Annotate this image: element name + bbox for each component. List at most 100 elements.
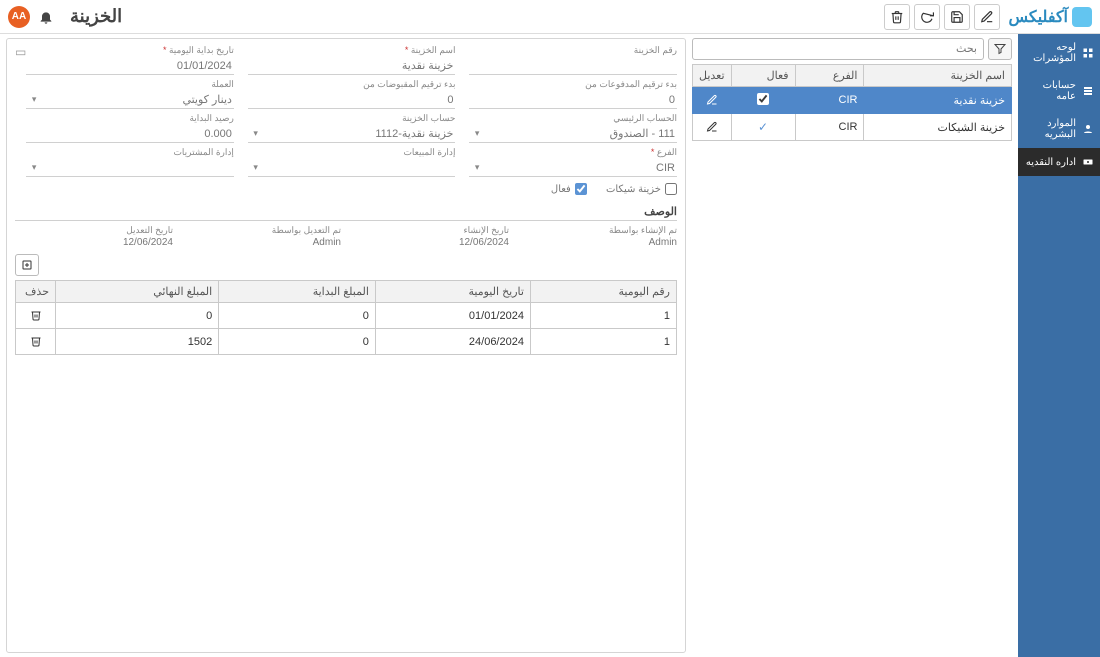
sidebar-item-accounts[interactable]: حسابات عامه (1018, 72, 1100, 110)
table-row[interactable]: خزينة الشيكاتCIR✓ (693, 114, 1012, 141)
brand-text: آكفليكس (1008, 7, 1068, 27)
minimize-icon[interactable]: ▭ (15, 45, 26, 59)
lbl-treasury-account: حساب الخزينة (248, 113, 456, 124)
refresh-button[interactable] (914, 4, 940, 30)
sidebar-item-label: الموارد البشريه (1024, 118, 1076, 140)
treasury-list-table: اسم الخزينة الفرع فعال تعديل خزينة نقدية… (692, 64, 1012, 141)
chevron-down-icon[interactable]: ▾ (248, 128, 258, 139)
dcol-delete: حذف (16, 281, 56, 303)
cash-icon (1082, 156, 1094, 168)
val-modified-by: Admin (313, 237, 341, 248)
cell-journal-no: 1 (530, 303, 676, 329)
val-receipts-from[interactable]: 0 (248, 94, 456, 106)
add-row-button[interactable] (15, 254, 39, 276)
cell-active (731, 87, 795, 114)
val-treasury-account[interactable]: خزينة نقدية-1112 (258, 127, 456, 140)
dcol-end-amount: المبلغ النهائي (56, 281, 219, 303)
cell-end-amount: 0 (56, 303, 219, 329)
chevron-down-icon[interactable]: ▾ (469, 162, 479, 173)
cheque-treasury-checkbox[interactable] (665, 183, 677, 195)
list-panel: اسم الخزينة الفرع فعال تعديل خزينة نقدية… (692, 38, 1012, 653)
col-edit: تعديل (693, 65, 732, 87)
page-title: الخزينة (70, 6, 122, 27)
edit-row-button[interactable] (703, 91, 721, 109)
val-start-balance[interactable]: 0.000 (26, 128, 234, 140)
cell-journal-date: 01/01/2024 (375, 303, 530, 329)
sidebar-item-dashboard[interactable]: لوحه المؤشرات (1018, 34, 1100, 72)
description-label: الوصف (15, 201, 677, 221)
chevron-down-icon[interactable]: ▾ (248, 162, 258, 173)
lbl-treasury-no: رقم الخزينة (469, 45, 677, 56)
chevron-down-icon[interactable]: ▾ (26, 162, 36, 173)
edit-button[interactable] (974, 4, 1000, 30)
dcol-journal-no: رقم اليومية (530, 281, 676, 303)
sidebar-item-label: حسابات عامه (1024, 80, 1076, 102)
lbl-currency: العملة (26, 79, 234, 90)
val-branch[interactable]: CIR (479, 162, 677, 174)
cell-end-amount: 1502 (56, 329, 219, 355)
val-journal-start-date[interactable]: 01/01/2024 (26, 60, 234, 72)
delete-row-button[interactable] (28, 307, 44, 323)
sidebar: لوحه المؤشرات حسابات عامه الموارد البشري… (1018, 34, 1100, 657)
lbl-start-balance: رصيد البداية (26, 113, 234, 124)
val-main-account[interactable]: 111 - الصندوق (479, 127, 677, 140)
journal-table: رقم اليومية تاريخ اليومية المبلغ البداية… (15, 280, 677, 355)
lbl-purchases-mgmt: إدارة المشتريات (26, 147, 234, 158)
val-currency[interactable]: دينار كويتي (36, 93, 234, 106)
lbl-main-account: الحساب الرئيسي (469, 113, 677, 124)
lbl-receipts-from: بدء ترقيم المقبوضات من (248, 79, 456, 90)
cell-active: ✓ (731, 114, 795, 141)
sidebar-item-cash[interactable]: اداره النقديه (1018, 148, 1100, 176)
brand: آكفليكس (1008, 7, 1092, 27)
sidebar-item-label: لوحه المؤشرات (1024, 42, 1076, 64)
lbl-modified-by: تم التعديل بواسطة (183, 225, 341, 236)
lbl-cheque-treasury: خزينة شيكات (606, 184, 661, 195)
cell-branch: CIR (795, 114, 864, 141)
avatar[interactable]: AA (8, 6, 30, 28)
cell-start-amount: 0 (219, 303, 376, 329)
brand-logo (1072, 7, 1092, 27)
chevron-down-icon[interactable]: ▾ (26, 94, 36, 105)
bell-icon[interactable] (38, 9, 54, 25)
table-row[interactable]: خزينة نقديةCIR (693, 87, 1012, 114)
topbar: آكفليكس الخزينة AA (0, 0, 1100, 34)
lbl-treasury-name: اسم الخزينة (248, 45, 456, 56)
active-checkbox[interactable] (575, 183, 587, 195)
cell-journal-date: 24/06/2024 (375, 329, 530, 355)
lbl-payments-from: بدء ترقيم المدفوعات من (469, 79, 677, 90)
col-active: فعال (731, 65, 795, 87)
val-payments-from[interactable]: 0 (469, 94, 677, 106)
hr-icon (1082, 123, 1094, 135)
lbl-modified-at: تاريخ التعديل (15, 225, 173, 236)
lbl-created-by: تم الإنشاء بواسطة (519, 225, 677, 236)
dcol-start-amount: المبلغ البداية (219, 281, 376, 303)
col-name: اسم الخزينة (864, 65, 1012, 87)
lbl-branch: الفرع (469, 147, 677, 158)
lbl-active: فعال (551, 184, 571, 195)
lbl-sales-mgmt: إدارة المبيعات (248, 147, 456, 158)
lbl-journal-start-date: تاريخ بداية اليومية (26, 45, 234, 56)
search-input[interactable] (692, 38, 984, 60)
chevron-down-icon[interactable]: ▾ (469, 128, 479, 139)
active-check[interactable] (757, 93, 769, 105)
val-modified-at: 12/06/2024 (123, 237, 173, 248)
edit-row-button[interactable] (703, 118, 721, 136)
table-row[interactable]: 101/01/202400 (16, 303, 677, 329)
accounts-icon (1082, 85, 1094, 97)
delete-row-button[interactable] (28, 333, 44, 349)
cell-journal-no: 1 (530, 329, 676, 355)
sidebar-item-label: اداره النقديه (1026, 157, 1076, 168)
check-icon: ✓ (758, 120, 768, 134)
detail-panel: ▭ رقم الخزينة اسم الخزينة خزينة نقدية تا… (6, 38, 686, 653)
table-row[interactable]: 124/06/202401502 (16, 329, 677, 355)
val-treasury-name[interactable]: خزينة نقدية (248, 59, 456, 72)
title-area: الخزينة AA (8, 6, 122, 28)
dcol-journal-date: تاريخ اليومية (375, 281, 530, 303)
val-created-at: 12/06/2024 (459, 237, 509, 248)
topbar-actions (884, 4, 1000, 30)
sidebar-item-hr[interactable]: الموارد البشريه (1018, 110, 1100, 148)
cell-name: خزينة نقدية (864, 87, 1012, 114)
save-button[interactable] (944, 4, 970, 30)
filter-button[interactable] (988, 38, 1012, 60)
delete-button[interactable] (884, 4, 910, 30)
